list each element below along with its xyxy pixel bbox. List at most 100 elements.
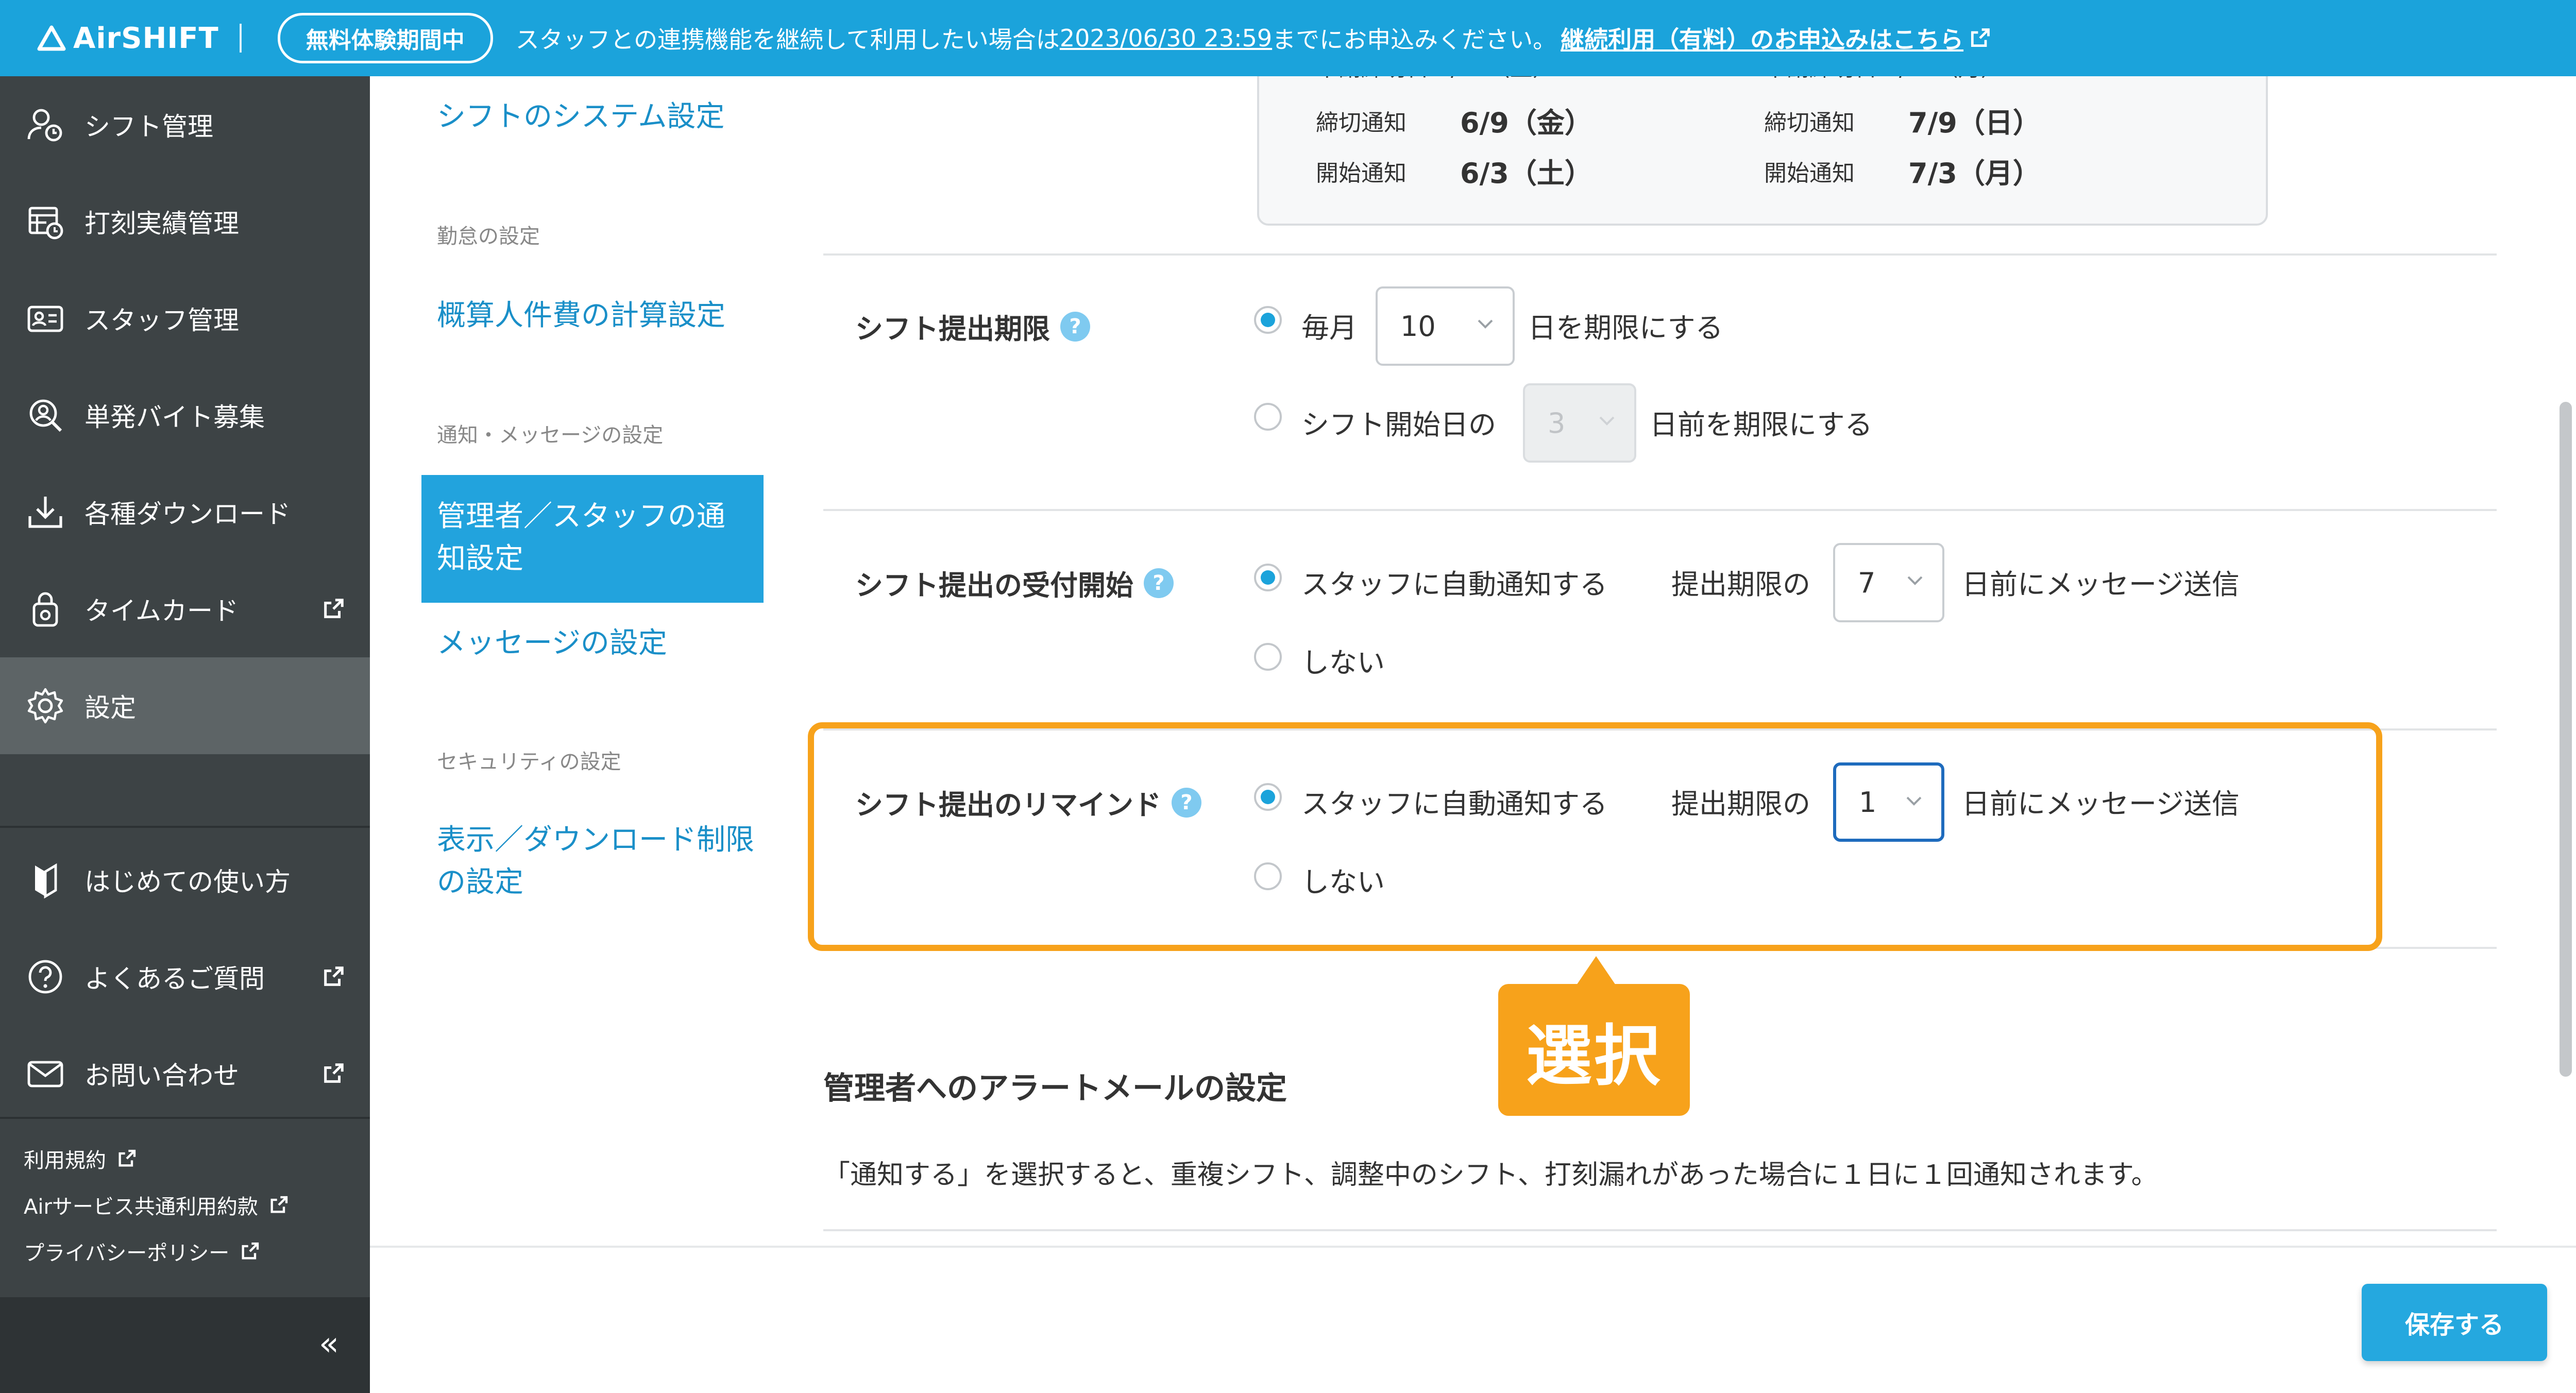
- subnav-notification-settings-label: 管理者／スタッフの通知設定: [437, 500, 725, 575]
- deadline-before-start-radio[interactable]: [1254, 403, 1282, 431]
- deadline-monthly-radio[interactable]: [1254, 306, 1282, 334]
- callout-pointer: [1577, 956, 1616, 985]
- sidebar-item-settings[interactable]: 設定: [0, 657, 370, 754]
- subnav-labor-cost[interactable]: 概算人件費の計算設定: [437, 295, 725, 337]
- select-callout: 選択: [1498, 984, 1690, 1116]
- schedule-value: 6/3（土）: [1460, 157, 1592, 190]
- subnav-message-settings[interactable]: メッセージの設定: [437, 622, 667, 665]
- terms-label: 利用規約: [24, 1149, 106, 1173]
- chevron-down-icon: [1478, 319, 1493, 329]
- chevron-down-icon: [1599, 416, 1615, 426]
- airshift-logo[interactable]: AirSHIFT: [36, 22, 219, 55]
- sidebar-item-getting-started[interactable]: はじめての使い方: [0, 831, 370, 928]
- deadline-monthly-label: 毎月: [1301, 312, 1357, 344]
- sidebar-item-label: よくあるご質問: [84, 964, 265, 994]
- section-divider: [823, 947, 2497, 949]
- top-bar: AirSHIFT 無料体験期間中 スタッフとの連携機能を継続して利用したい場合は…: [0, 0, 2576, 76]
- section-divider: [823, 728, 2497, 731]
- alert-mail-title: 管理者へのアラートメールの設定: [823, 1071, 1287, 1107]
- subnav-shift-system[interactable]: シフトのシステム設定: [437, 96, 724, 138]
- sidebar-item-label: スタッフ管理: [84, 305, 239, 335]
- help-icon[interactable]: ?: [1172, 787, 1201, 818]
- sidebar-item-contact[interactable]: お問い合わせ: [0, 1025, 370, 1122]
- staff-clock-icon: [27, 109, 62, 142]
- external-link-icon: [324, 1063, 344, 1083]
- sidebar-collapse-button[interactable]: «: [319, 1325, 339, 1363]
- sidebar-item-timecard[interactable]: タイムカード: [0, 560, 370, 657]
- mail-icon: [27, 1061, 63, 1088]
- air-common-terms-link[interactable]: Airサービス共通利用約款: [24, 1190, 289, 1220]
- sidebar-item-label: お問い合わせ: [84, 1061, 239, 1091]
- acceptance-auto-radio[interactable]: [1254, 564, 1282, 591]
- reminder-days-select[interactable]: 1: [1833, 762, 1944, 842]
- schedule-preview: 申請締切日 6/10（土） 申請締切日 7/10（月） 締切通知 6/9（金） …: [1257, 76, 2268, 226]
- help-icon[interactable]: ?: [1144, 568, 1174, 598]
- sidebar-item-label: タイムカード: [84, 596, 239, 626]
- privacy-policy-link[interactable]: プライバシーポリシー: [24, 1236, 260, 1266]
- acceptance-none-label: しない: [1301, 647, 1385, 679]
- acceptance-none-radio[interactable]: [1254, 643, 1282, 671]
- sidebar-item-one-off-job[interactable]: 単発バイト募集: [0, 367, 370, 464]
- settings-subnav: シフトのシステム設定 勤怠の設定 概算人件費の計算設定 通知・メッセージの設定 …: [370, 76, 808, 1246]
- deadline-label: シフト提出期限 ?: [855, 306, 1090, 347]
- trial-notice: スタッフとの連携機能を継続して利用したい場合は 2023/06/30 23:59…: [516, 21, 1992, 55]
- sidebar-item-label: 各種ダウンロード: [84, 499, 291, 529]
- schedule-label: 締切通知: [1316, 110, 1406, 136]
- notice-text-after: までにお申込みください。: [1272, 26, 1557, 54]
- section-divider: [823, 1229, 2497, 1231]
- chevron-down-icon: [1906, 796, 1922, 806]
- staff-card-icon: [27, 305, 63, 332]
- reminder-suffix: 日前にメッセージ送信: [1962, 788, 2240, 820]
- sidebar-item-label: シフト管理: [84, 112, 213, 142]
- terms-link[interactable]: 利用規約: [24, 1144, 137, 1174]
- app-root: AirSHIFT 無料体験期間中 スタッフとの連携機能を継続して利用したい場合は…: [0, 0, 2576, 1393]
- sidebar-item-label: はじめての使い方: [84, 867, 291, 897]
- reminder-auto-radio[interactable]: [1254, 783, 1282, 811]
- external-link-icon: [242, 1242, 259, 1260]
- schedule-label: 締切通知: [1764, 110, 1855, 136]
- schedule-value: 7/3（月）: [1908, 157, 2041, 190]
- acceptance-days-select[interactable]: 7: [1833, 543, 1944, 622]
- air-common-terms-label: Airサービス共通利用約款: [24, 1195, 258, 1219]
- sidebar-item-faq[interactable]: よくあるご質問: [0, 928, 370, 1025]
- continue-subscription-link[interactable]: 継続利用（有料）のお申込みはこちら: [1561, 21, 1963, 55]
- sidebar-item-downloads[interactable]: 各種ダウンロード: [0, 464, 370, 560]
- external-link-icon: [118, 1149, 136, 1167]
- settings-content: 申請締切日 6/10（土） 申請締切日 7/10（月） 締切通知 6/9（金） …: [808, 76, 2574, 1246]
- external-link-icon: [324, 966, 344, 986]
- beginner-mark-icon: [35, 863, 57, 899]
- subnav-heading-attendance: 勤怠の設定: [437, 225, 540, 248]
- external-link-icon: [324, 599, 344, 618]
- logo-separator: [239, 24, 242, 53]
- help-icon[interactable]: ?: [1060, 311, 1090, 342]
- sidebar-item-shift-management[interactable]: シフト管理: [0, 76, 370, 173]
- sidebar-divider: [0, 1117, 370, 1119]
- save-button[interactable]: 保存する: [2362, 1284, 2547, 1361]
- acceptance-suffix: 日前にメッセージ送信: [1962, 568, 2240, 601]
- sidebar-item-staff-management[interactable]: スタッフ管理: [0, 270, 370, 367]
- section-divider: [823, 253, 2497, 256]
- reminder-prefix: 提出期限の: [1671, 788, 1810, 820]
- sidebar-footer: «: [0, 1297, 370, 1393]
- sidebar-item-label: 打刻実績管理: [84, 209, 239, 239]
- main-sidebar: シフト管理 打刻実績管理 スタッフ管理 単発バイト募集 各種ダウンロード タイム…: [0, 76, 370, 1393]
- reminder-label-text: シフト提出のリマインド: [855, 789, 1161, 821]
- acceptance-days-value: 7: [1858, 566, 1876, 599]
- notice-text-before: スタッフとの連携機能を継続して利用したい場合は: [515, 26, 1060, 54]
- deadline-before-start-select[interactable]: 3: [1523, 383, 1636, 463]
- reminder-none-radio[interactable]: [1254, 862, 1282, 890]
- subnav-display-download-limit[interactable]: 表示／ダウンロード制限の設定: [437, 819, 767, 904]
- sidebar-item-timestamp-records[interactable]: 打刻実績管理: [0, 173, 370, 270]
- subnav-notification-settings[interactable]: 管理者／スタッフの通知設定: [421, 475, 764, 603]
- deadline-monthly-select[interactable]: 10: [1376, 286, 1515, 366]
- deadline-before-start-value: 3: [1548, 406, 1566, 439]
- content-scrollbar-thumb[interactable]: [2560, 402, 2572, 1077]
- gear-icon: [27, 688, 63, 724]
- reminder-auto-label: スタッフに自動通知する: [1301, 788, 1607, 820]
- acceptance-auto-label: スタッフに自動通知する: [1301, 568, 1607, 601]
- download-icon: [28, 497, 62, 528]
- reminder-days-value: 1: [1859, 786, 1877, 819]
- timesheet-icon: [28, 207, 63, 240]
- trial-badge: 無料体験期間中: [277, 13, 493, 63]
- sidebar-divider: [0, 826, 370, 828]
